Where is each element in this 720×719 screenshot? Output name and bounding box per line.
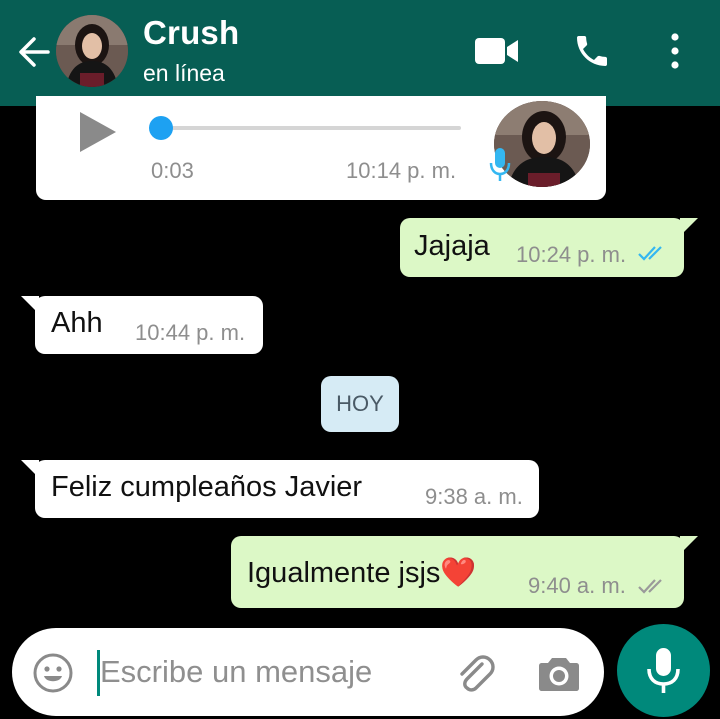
voice-seek-knob[interactable]	[149, 116, 173, 140]
message-time: 9:40 a. m.	[528, 573, 626, 598]
message-time: 9:38 a. m.	[425, 484, 523, 509]
voice-seek-bar[interactable]	[149, 116, 461, 140]
outgoing-message[interactable]: Igualmente jsjs❤️ 9:40 a. m.	[231, 536, 698, 608]
message-time: 10:44 p. m.	[135, 320, 246, 345]
read-ticks-icon	[638, 246, 662, 261]
contact-name[interactable]: Crush	[143, 14, 239, 52]
delivered-ticks-icon	[638, 579, 662, 594]
voice-duration: 0:03	[151, 158, 194, 183]
incoming-message[interactable]: Feliz cumpleaños Javier 9:38 a. m.	[21, 460, 539, 518]
attach-icon[interactable]	[452, 650, 498, 696]
message-time: 10:24 p. m.	[516, 242, 627, 267]
message-input[interactable]	[100, 642, 430, 702]
message-text: Igualmente jsjs❤️	[247, 557, 477, 589]
voice-note-message[interactable]: 0:03 10:14 p. m.	[36, 96, 606, 200]
chat-header: Crush en línea	[0, 0, 720, 106]
date-divider: HOY	[321, 376, 399, 432]
contact-status: en línea	[143, 60, 225, 86]
more-vert-icon[interactable]	[664, 31, 686, 71]
incoming-message[interactable]: Ahh 10:44 p. m.	[21, 296, 263, 354]
phone-icon[interactable]	[572, 31, 612, 71]
voice-record-button[interactable]	[617, 624, 710, 717]
message-text: Ahh	[51, 307, 103, 339]
message-time: 10:14 p. m.	[346, 158, 457, 183]
emoji-icon[interactable]	[32, 652, 74, 694]
mic-icon	[647, 648, 680, 693]
message-text: Feliz cumpleaños Javier	[51, 471, 363, 503]
contact-avatar[interactable]	[56, 15, 128, 87]
back-arrow-icon[interactable]	[14, 30, 54, 74]
message-composer[interactable]	[12, 628, 604, 716]
camera-icon[interactable]	[538, 654, 580, 692]
message-text: Jajaja	[414, 230, 490, 262]
outgoing-message[interactable]: Jajaja 10:24 p. m.	[400, 218, 698, 277]
play-icon[interactable]	[78, 110, 118, 154]
mic-icon	[489, 148, 511, 181]
video-call-icon[interactable]	[474, 36, 520, 66]
